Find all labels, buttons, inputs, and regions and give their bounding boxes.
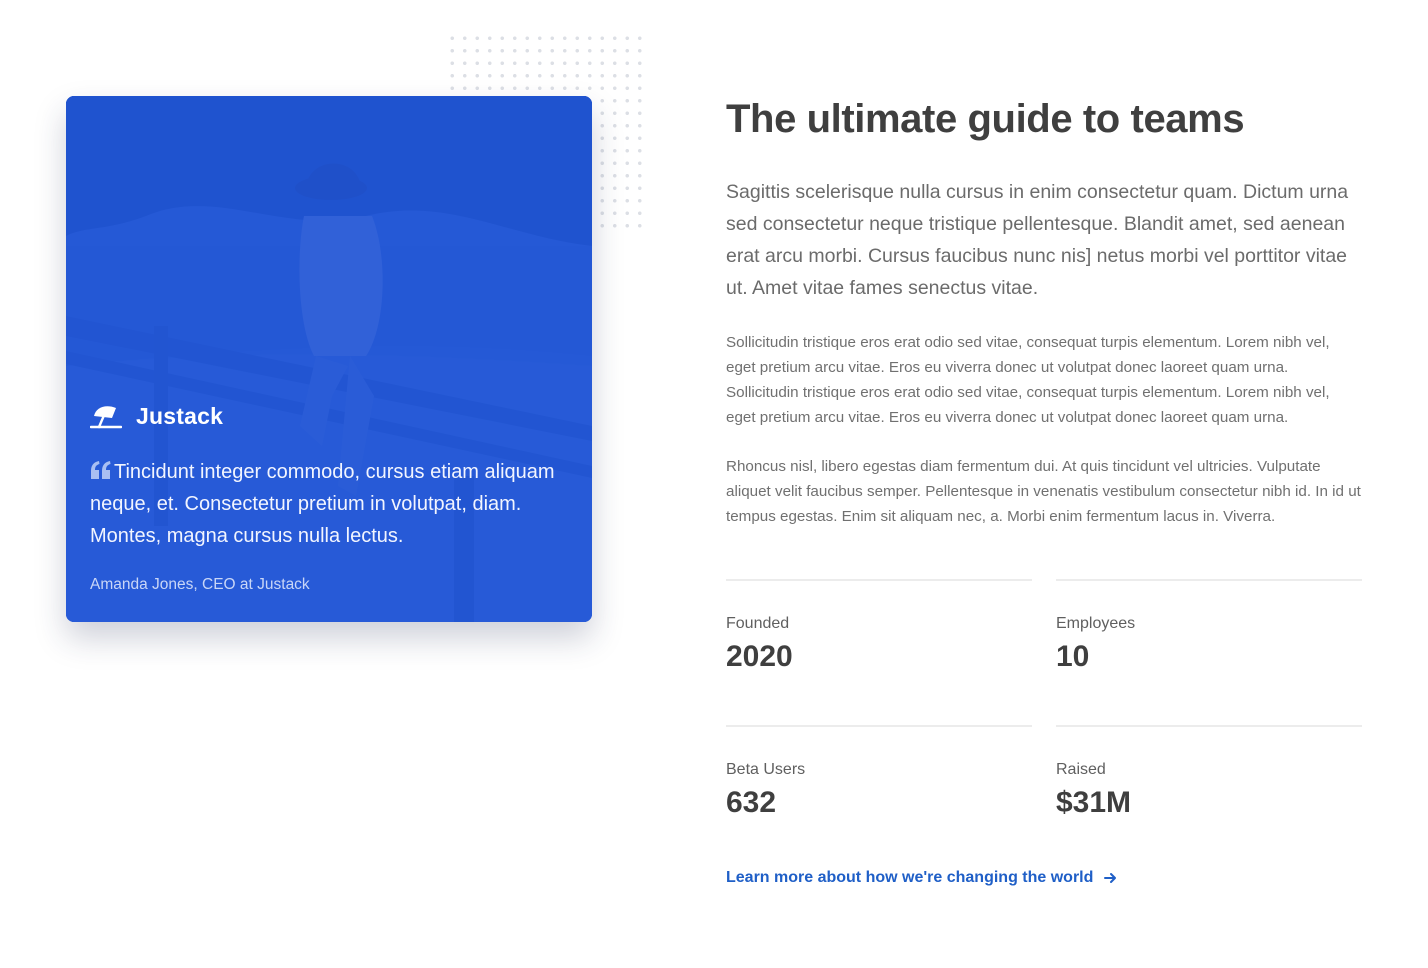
stat-raised: Raised $31M	[1056, 725, 1362, 821]
quote-text: Tincidunt integer commodo, cursus etiam …	[90, 461, 555, 547]
testimonial-content: Justack Tincidunt integer commodo, cursu…	[90, 402, 568, 594]
body-paragraph: Sollicitudin tristique eros erat odio se…	[726, 334, 1330, 426]
learn-more-link[interactable]: Learn more about how we're changing the …	[726, 869, 1117, 887]
stat-beta-users: Beta Users 632	[726, 725, 1032, 821]
page-title: The ultimate guide to teams	[726, 97, 1245, 141]
stat-value: 10	[1056, 640, 1090, 673]
lead-paragraph: Sagittis scelerisque nulla cursus in eni…	[726, 181, 1349, 299]
learn-more-label: Learn more about how we're changing the …	[726, 869, 1094, 886]
arrow-right-icon	[1104, 873, 1117, 883]
umbrella-icon	[90, 406, 122, 429]
brand-name: Justack	[136, 402, 224, 429]
stat-value: $31M	[1056, 786, 1132, 819]
quote-icon	[91, 461, 111, 479]
stat-label: Beta Users	[726, 761, 806, 778]
stat-value: 2020	[726, 640, 793, 673]
brand: Justack	[90, 402, 568, 430]
testimonial-author: Amanda Jones, CEO at Justack	[90, 576, 310, 593]
stat-label: Employees	[1056, 615, 1136, 632]
stat-label: Founded	[726, 615, 790, 632]
stat-label: Raised	[1056, 761, 1106, 778]
testimonial-quote: Tincidunt integer commodo, cursus etiam …	[90, 456, 568, 552]
about-section: The ultimate guide to teams Sagittis sce…	[726, 92, 1362, 887]
body-paragraph: Rhoncus nisl, libero egestas diam fermen…	[726, 458, 1361, 525]
stat-value: 632	[726, 786, 777, 819]
stat-founded: Founded 2020	[726, 579, 1032, 675]
stats-grid: Founded 2020 Employees 10 Beta Users 632…	[726, 579, 1362, 821]
testimonial-card: Justack Tincidunt integer commodo, cursu…	[66, 96, 592, 622]
stat-employees: Employees 10	[1056, 579, 1362, 675]
